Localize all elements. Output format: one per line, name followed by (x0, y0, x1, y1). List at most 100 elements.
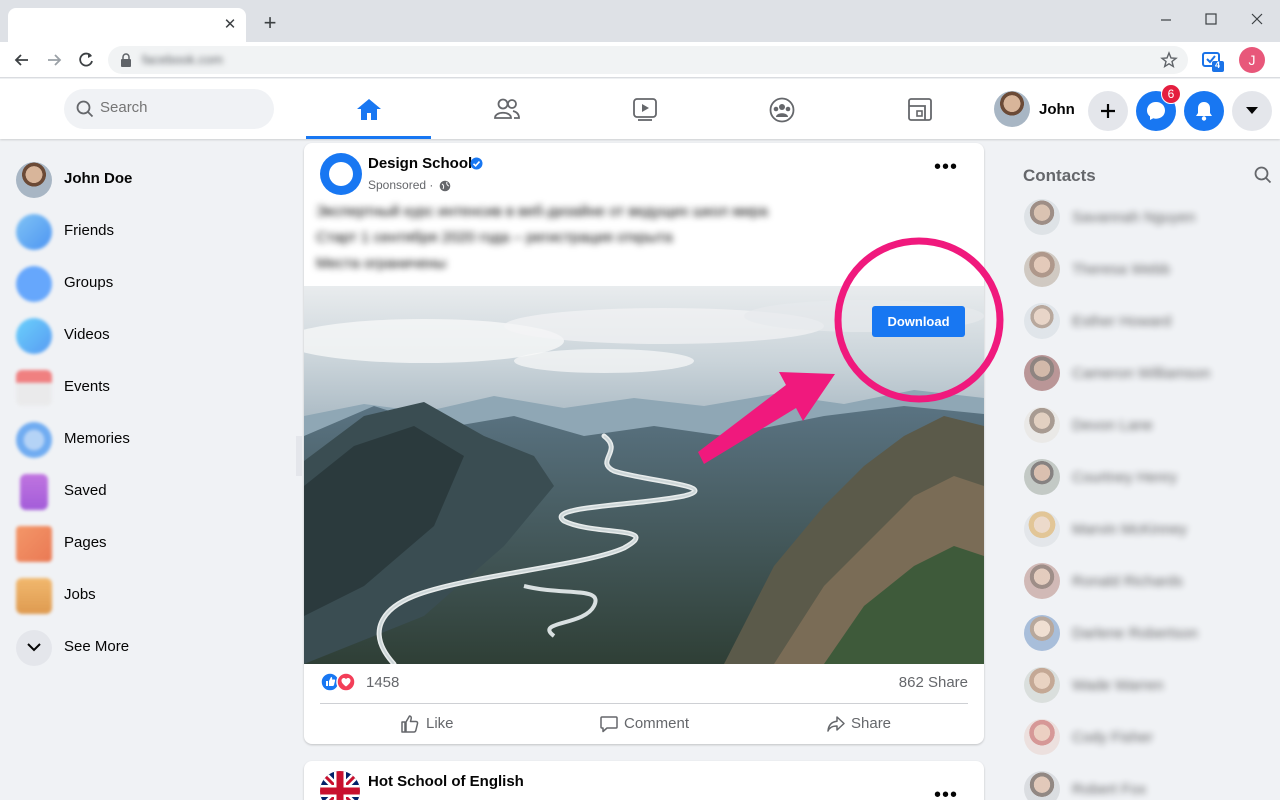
contact-item[interactable]: Cameron Williamson (1024, 355, 1274, 395)
friends-icon (494, 98, 520, 119)
create-button[interactable] (1088, 91, 1128, 131)
extension-icon[interactable]: 4 (1200, 48, 1224, 72)
globe-icon (439, 180, 451, 192)
sidebar-item-saved[interactable]: Saved (16, 472, 286, 516)
account-menu-button[interactable] (1232, 91, 1272, 131)
address-bar[interactable]: facebook.com (108, 46, 1188, 74)
contact-item[interactable]: Marvin McKinney (1024, 511, 1274, 551)
sidebar-item-label: Videos (64, 326, 110, 343)
tab-groups[interactable] (719, 79, 844, 139)
contact-name: Esther Howard (1072, 313, 1172, 330)
forward-icon[interactable] (44, 50, 64, 70)
sidebar-item-label: Groups (64, 274, 114, 291)
like-button[interactable]: Like (324, 705, 534, 741)
post-page-name[interactable]: Design School (368, 155, 472, 172)
contact-item[interactable]: Devon Lane (1024, 407, 1274, 447)
back-icon[interactable] (12, 50, 32, 70)
sidebar-item-events[interactable]: Events (16, 368, 286, 412)
share-arrow-icon (827, 716, 845, 732)
contact-name: Devon Lane (1072, 417, 1153, 434)
contact-item[interactable]: Courtney Henry (1024, 459, 1274, 499)
contact-item[interactable]: Theresa Webb (1024, 251, 1274, 291)
tab-friends[interactable] (444, 79, 569, 139)
search-box[interactable] (64, 89, 274, 129)
avatar (1024, 459, 1060, 495)
contact-item[interactable]: Robert Fox (1024, 771, 1274, 800)
reactions-icon[interactable] (320, 671, 360, 693)
sidebar-item-label: John Doe (64, 170, 133, 187)
contact-name: Cameron Williamson (1072, 365, 1211, 382)
avatar (1024, 563, 1060, 599)
contact-item[interactable]: Esther Howard (1024, 303, 1274, 343)
messenger-icon (1147, 102, 1165, 120)
bookmark-star-icon[interactable] (1160, 51, 1178, 69)
tab-gaming[interactable] (857, 79, 982, 139)
groups-icon (769, 97, 795, 123)
close-window-icon[interactable] (1244, 8, 1270, 32)
avatar (1024, 667, 1060, 703)
contact-name: Ronald Richards (1072, 573, 1183, 590)
reload-icon[interactable] (76, 50, 96, 70)
sidebar-item-label: Events (64, 378, 110, 395)
sidebar-item-label: Friends (64, 222, 115, 239)
new-tab-icon[interactable]: + (258, 12, 282, 36)
shares-label: Share (927, 674, 968, 691)
post-text-line: Экспертный курс интенсив в веб-дизайне о… (316, 203, 768, 220)
sidebar-item-memories[interactable]: Memories (16, 420, 286, 464)
notifications-button[interactable] (1184, 91, 1224, 131)
sidebar-item-label: Saved (64, 482, 107, 499)
comment-button[interactable]: Comment (539, 705, 749, 741)
sidebar-item-groups[interactable]: Groups (16, 264, 286, 308)
avatar (1024, 511, 1060, 547)
contact-name: Savannah Nguyen (1072, 209, 1196, 226)
sidebar-item-profile[interactable]: John Doe (16, 160, 286, 204)
shares-count[interactable]: 862 Share (899, 674, 968, 691)
sponsored-label[interactable]: Sponsored · (368, 178, 433, 192)
sidebar-item-jobs[interactable]: Jobs (16, 576, 286, 620)
contact-item[interactable]: Wade Warren (1024, 667, 1274, 707)
tab-home[interactable] (306, 79, 431, 139)
jobs-icon (16, 578, 52, 614)
sidebar-item-videos[interactable]: Videos (16, 316, 286, 360)
share-button[interactable]: Share (754, 705, 964, 741)
header-user-name: John (1039, 101, 1075, 118)
search-input[interactable] (100, 99, 260, 116)
comment-icon (600, 716, 618, 733)
avatar (1024, 251, 1060, 287)
contact-item[interactable]: Cody Fisher (1024, 719, 1274, 759)
post-divider (320, 703, 968, 704)
close-tab-icon[interactable]: ✕ (220, 15, 240, 35)
avatar (994, 91, 1030, 127)
minimize-icon[interactable] (1153, 8, 1179, 32)
post-more-options-icon[interactable]: ••• (934, 157, 958, 177)
sidebar-item-friends[interactable]: Friends (16, 212, 286, 256)
post-image-mountain-river[interactable] (304, 286, 984, 664)
post-text-line: Места ограничены (316, 255, 447, 272)
contact-item[interactable]: Savannah Nguyen (1024, 199, 1274, 239)
sidebar-item-see-more[interactable]: See More (16, 628, 286, 672)
sidebar-item-label: Memories (64, 430, 130, 447)
sidebar-item-label: Jobs (64, 586, 96, 603)
sidebar-item-pages[interactable]: Pages (16, 524, 286, 568)
contact-item[interactable]: Ronald Richards (1024, 563, 1274, 603)
memories-icon (16, 422, 52, 458)
post-page-name[interactable]: Hot School of English (368, 773, 524, 790)
page-logo[interactable] (320, 153, 362, 195)
browser-tab[interactable]: ✕ (8, 8, 246, 42)
search-icon (76, 100, 94, 118)
post-more-options-icon[interactable]: ••• (934, 785, 958, 800)
maximize-icon[interactable] (1198, 8, 1224, 32)
contact-name: Cody Fisher (1072, 729, 1153, 746)
saved-icon (20, 474, 48, 510)
reactions-count[interactable]: 1458 (366, 674, 399, 691)
browser-toolbar: facebook.com 4 J (0, 42, 1280, 78)
browser-profile-avatar[interactable]: J (1239, 47, 1265, 73)
contact-item[interactable]: Darlene Robertson (1024, 615, 1274, 655)
contact-name: Wade Warren (1072, 677, 1164, 694)
contact-name: Robert Fox (1072, 781, 1147, 798)
download-button[interactable]: Download (872, 306, 965, 337)
sidebar-item-label: See More (64, 638, 130, 655)
search-icon[interactable] (1254, 166, 1272, 184)
tab-watch[interactable] (582, 79, 707, 139)
facebook-header: John (0, 79, 1280, 139)
